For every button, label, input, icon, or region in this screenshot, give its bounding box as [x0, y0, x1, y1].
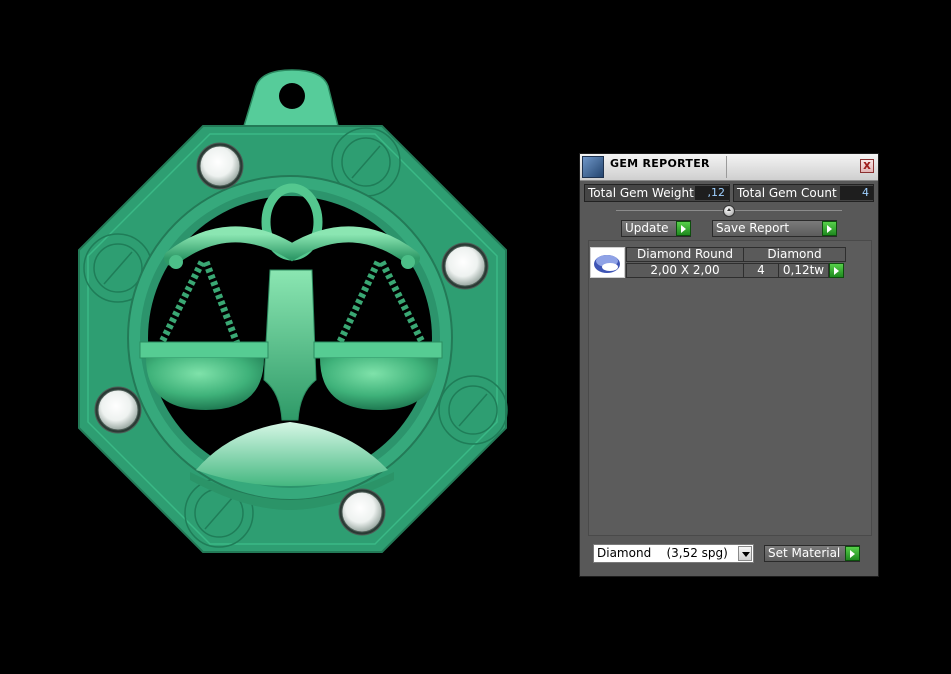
- total-gem-count-box: Total Gem Count 4: [733, 184, 874, 202]
- panel-title: GEM REPORTER: [610, 157, 710, 170]
- update-button[interactable]: Update: [621, 220, 691, 237]
- gem-size-cell: 2,00 X 2,00: [626, 263, 744, 278]
- play-arrow-icon: [845, 546, 860, 561]
- play-arrow-icon[interactable]: [829, 263, 844, 278]
- set-material-button[interactable]: Set Material: [764, 545, 860, 562]
- gem-count-cell: 4: [743, 263, 779, 278]
- dropdown-arrow-icon[interactable]: [738, 546, 752, 561]
- close-icon[interactable]: x: [860, 159, 874, 173]
- play-arrow-icon: [822, 221, 837, 236]
- gem-shape-cell: Diamond Round: [626, 247, 744, 262]
- slider-knob-icon[interactable]: [723, 205, 735, 217]
- material-select-value: Diamond (3,52 spg): [597, 546, 728, 560]
- set-material-button-label: Set Material: [768, 546, 841, 560]
- total-gem-weight-box: Total Gem Weight ,12: [584, 184, 730, 202]
- play-arrow-icon: [676, 221, 691, 236]
- total-gem-weight-value: ,12: [695, 186, 729, 200]
- gem-thumbnail-icon[interactable]: [590, 247, 625, 278]
- gem-material-cell: Diamond: [743, 247, 846, 262]
- update-button-label: Update: [625, 221, 669, 235]
- gem-list[interactable]: [588, 240, 872, 536]
- total-gem-count-value: 4: [840, 186, 873, 200]
- gem-reporter-panel: GEM REPORTER x Total Gem Weight ,12 Tota…: [579, 153, 879, 577]
- save-report-button[interactable]: Save Report: [712, 220, 837, 237]
- titlebar-divider: [726, 156, 727, 178]
- total-gem-count-label: Total Gem Count: [737, 186, 837, 200]
- 3d-viewport[interactable]: [0, 0, 570, 670]
- panel-titlebar[interactable]: GEM REPORTER x: [580, 154, 878, 181]
- material-select[interactable]: Diamond (3,52 spg): [593, 544, 754, 563]
- libra-pendant-model: [78, 69, 508, 553]
- save-report-button-label: Save Report: [716, 221, 790, 235]
- total-gem-weight-label: Total Gem Weight: [588, 186, 694, 200]
- gem-reporter-icon: [582, 156, 604, 178]
- gem-weight-cell: 0,12tw: [778, 263, 829, 278]
